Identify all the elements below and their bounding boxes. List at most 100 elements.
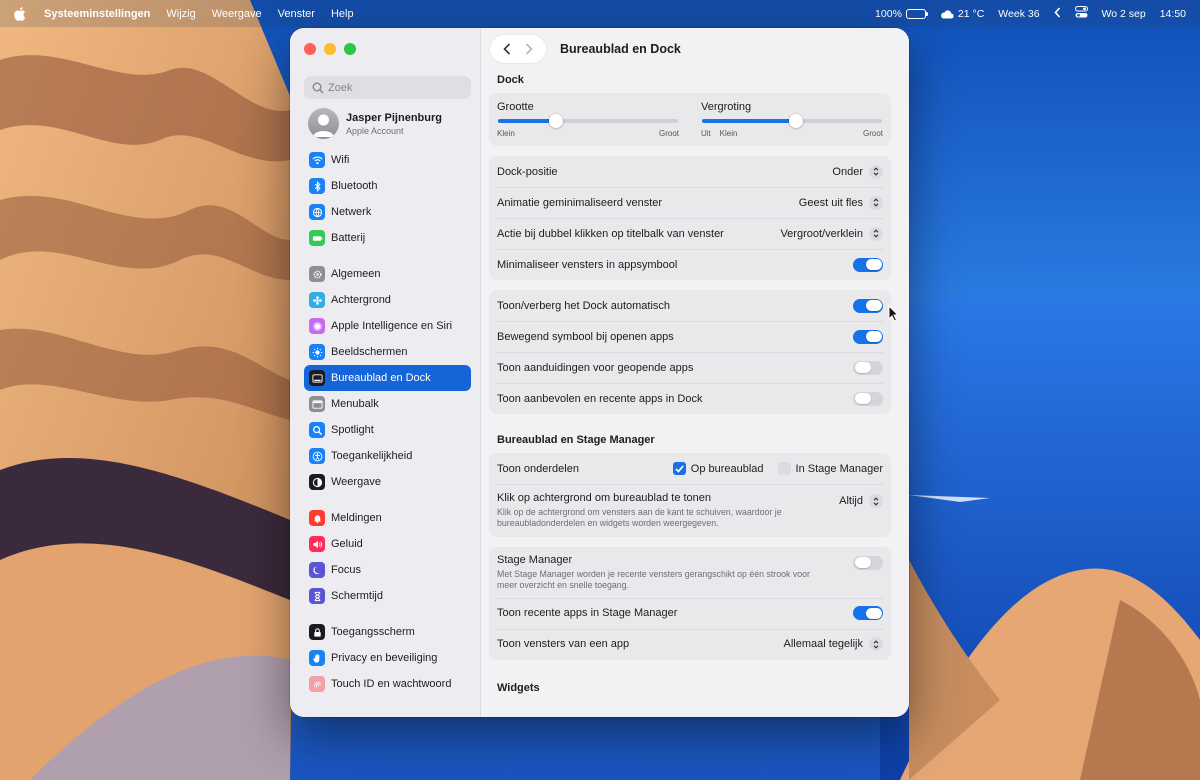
sidebar-item-spotlight[interactable]: Spotlight xyxy=(304,417,471,443)
toggle-knob xyxy=(854,557,871,569)
sidebar-item-label: Apple Intelligence en Siri xyxy=(331,320,453,332)
sidebar-item-apple-intelligence-en-siri[interactable]: Apple Intelligence en Siri xyxy=(304,313,471,339)
menu-app-name[interactable]: Systeeminstellingen xyxy=(44,8,150,20)
in-stage-manager-checkbox[interactable]: In Stage Manager xyxy=(777,462,883,475)
magnification-label: Vergroting xyxy=(701,101,752,113)
setting-label: Bewegend symbool bij openen apps xyxy=(497,330,674,343)
app-windows-label: Toon vensters van een app xyxy=(497,638,630,651)
menu-venster[interactable]: Venster xyxy=(278,8,315,20)
menu-wijzig[interactable]: Wijzig xyxy=(166,8,195,20)
sidebar-item-focus[interactable]: Focus xyxy=(304,557,471,583)
stage-manager-label: Stage Manager xyxy=(497,553,573,566)
sidebar-item-batterij[interactable]: Batterij xyxy=(304,225,471,251)
sidebar-item-weergave[interactable]: Weergave xyxy=(304,469,471,495)
sidebar-item-algemeen[interactable]: Algemeen xyxy=(304,261,471,287)
size-label: Grootte xyxy=(497,101,534,113)
updown-chevron-icon xyxy=(869,164,883,179)
chevron-left-icon[interactable] xyxy=(1053,6,1061,21)
sidebar-item-geluid[interactable]: Geluid xyxy=(304,531,471,557)
recent-apps-label: Toon recente apps in Stage Manager xyxy=(497,607,678,620)
magnification-slider[interactable] xyxy=(702,114,882,128)
weather-status[interactable]: 21 °C xyxy=(940,8,984,20)
week-number[interactable]: Week 36 xyxy=(998,8,1039,20)
sidebar-item-label: Beeldschermen xyxy=(331,346,408,358)
stage-manager-card: Stage Manager Met Stage Manager worden j… xyxy=(489,546,891,660)
sidebar-item-label: Batterij xyxy=(331,232,366,244)
animatie-geminimaliseerd-venster-popup[interactable]: Geest uit fles xyxy=(799,195,883,210)
size-slider-thumb[interactable] xyxy=(548,114,563,128)
sidebar-item-menubalk[interactable]: Menubalk xyxy=(304,391,471,417)
sidebar-item-toegankelijkheid[interactable]: Toegankelijkheid xyxy=(304,443,471,469)
person-icon xyxy=(313,114,334,137)
close-button[interactable] xyxy=(304,43,316,55)
sidebar-item-schermtijd[interactable]: Schermtijd xyxy=(304,583,471,609)
apple-account[interactable]: Jasper Pijnenburg Apple Account xyxy=(308,108,480,139)
menu-weergave[interactable]: Weergave xyxy=(212,8,262,20)
chevron-left-icon xyxy=(503,42,511,55)
menubar-date[interactable]: Wo 2 sep xyxy=(1102,8,1146,20)
forward-button[interactable] xyxy=(518,42,540,55)
toon-aanbevolen-en-recente-apps-in-dock-toggle[interactable] xyxy=(853,391,883,406)
setting-label: Toon aanbevolen en recente apps in Dock xyxy=(497,392,703,405)
toon-aanduidingen-voor-geopende-apps-toggle[interactable] xyxy=(853,360,883,375)
menu-bar: Systeeminstellingen Wijzig Weergave Vens… xyxy=(0,0,1200,27)
sidebar-group: Meldingen Geluid Focus Schermtijd xyxy=(290,505,480,609)
wifi-icon xyxy=(309,152,325,168)
show-items-row: Toon onderdelen Op bureaublad In Stage M… xyxy=(489,453,891,484)
search-icon xyxy=(312,82,324,93)
sidebar-item-privacy-en-beveiliging[interactable]: Privacy en beveiliging xyxy=(304,645,471,671)
sidebar-item-label: Menubalk xyxy=(331,398,379,410)
search-input[interactable]: Zoek xyxy=(304,76,471,99)
control-center-icon[interactable] xyxy=(1074,6,1088,21)
sidebar-group: Wifi Bluetooth Netwerk Batterij xyxy=(290,147,480,251)
sidebar-item-label: Bureaublad en Dock xyxy=(331,372,431,384)
sidebar-item-wifi[interactable]: Wifi xyxy=(304,147,471,173)
dock-settings-card: Dock-positie Onder Animatie geminimaliseer… xyxy=(489,156,891,280)
app-windows-value: Allemaal tegelijk xyxy=(783,638,863,651)
toon-verberg-het-dock-automatisch-toggle[interactable] xyxy=(853,298,883,313)
settings-window: Zoek Jasper Pijnenburg Apple Account Wif… xyxy=(290,28,909,717)
magnification-slider-thumb[interactable] xyxy=(788,114,803,128)
toon-aanbevolen-en-recente-apps-in-dock-row: Toon aanbevolen en recente apps in Dock xyxy=(489,383,891,414)
section-title-stage: Bureaublad en Stage Manager xyxy=(497,434,655,446)
sidebar: Zoek Jasper Pijnenburg Apple Account Wif… xyxy=(290,28,481,717)
setting-label: Toon aanduidingen voor geopende apps xyxy=(497,361,694,374)
minimize-button[interactable] xyxy=(324,43,336,55)
toggle-knob xyxy=(865,607,882,619)
minimaliseer-vensters-in-appsymbool-toggle[interactable] xyxy=(853,257,883,272)
app-windows-popup[interactable]: Allemaal tegelijk xyxy=(783,637,883,652)
click-wallpaper-row: Klik op achtergrond om bureaublad te ton… xyxy=(489,484,891,537)
menu-help[interactable]: Help xyxy=(331,8,354,20)
sidebar-item-bluetooth[interactable]: Bluetooth xyxy=(304,173,471,199)
apple-icon[interactable] xyxy=(14,6,26,21)
updown-chevron-icon xyxy=(869,494,883,508)
sidebar-item-label: Achtergrond xyxy=(331,294,391,306)
magnifier-icon xyxy=(309,422,325,438)
actie-bij-dubbel-klikken-op-titelbalk-van-venster-popup[interactable]: Vergroot/verklein xyxy=(780,226,883,241)
sidebar-item-toegangsscherm[interactable]: Toegangsscherm xyxy=(304,619,471,645)
sidebar-item-beeldschermen[interactable]: Beeldschermen xyxy=(304,339,471,365)
sidebar-item-label: Toegangsscherm xyxy=(331,626,415,638)
stage-manager-toggle[interactable] xyxy=(853,555,883,570)
on-desktop-checkbox[interactable]: Op bureaublad xyxy=(672,462,764,475)
sidebar-item-touch-id-en-wachtwoord[interactable]: Touch ID en wachtwoord xyxy=(304,671,471,697)
recent-apps-toggle[interactable] xyxy=(853,606,883,621)
magnification-slider-fill xyxy=(702,119,796,123)
magnification-min-label: Klein xyxy=(719,129,738,138)
sidebar-item-label: Meldingen xyxy=(331,512,382,524)
sidebar-item-achtergrond[interactable]: Achtergrond xyxy=(304,287,471,313)
dock-positie-popup[interactable]: Onder xyxy=(832,164,883,179)
bewegend-symbool-bij-openen-apps-toggle[interactable] xyxy=(853,329,883,344)
sidebar-item-netwerk[interactable]: Netwerk xyxy=(304,199,471,225)
zoom-button[interactable] xyxy=(344,43,356,55)
speaker-icon xyxy=(309,536,325,552)
size-slider[interactable] xyxy=(498,114,678,128)
sidebar-item-bureaublad-en-dock[interactable]: Bureaublad en Dock xyxy=(304,365,471,391)
battery-status[interactable]: 100% xyxy=(875,8,928,20)
menubar-time[interactable]: 14:50 xyxy=(1160,8,1186,20)
size-slider-block: Grootte Klein Groot xyxy=(497,101,679,138)
back-button[interactable] xyxy=(496,42,518,55)
accessibility-icon xyxy=(309,448,325,464)
sidebar-item-meldingen[interactable]: Meldingen xyxy=(304,505,471,531)
click-wallpaper-popup[interactable]: Altijd xyxy=(839,494,883,508)
